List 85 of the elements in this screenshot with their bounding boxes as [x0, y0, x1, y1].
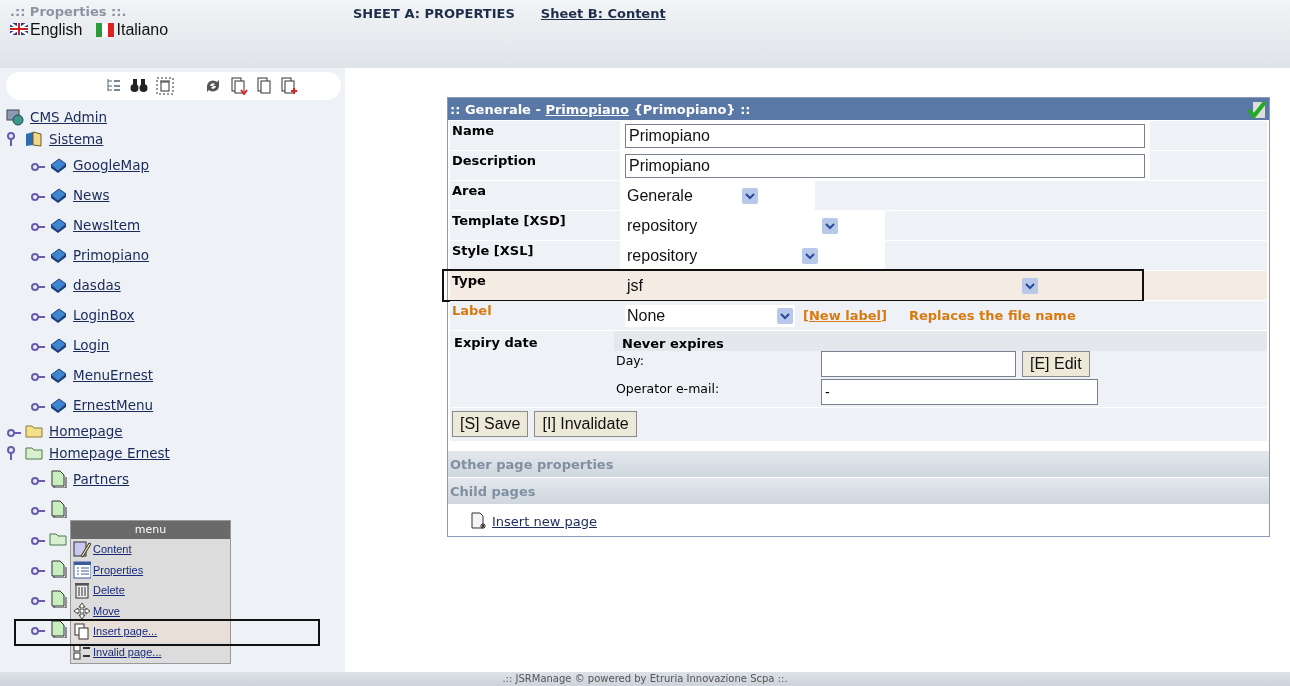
field-label: Day: [616, 352, 645, 368]
book-icon [49, 336, 67, 354]
expiry-status: Never expires [614, 331, 1267, 351]
tree-item[interactable]: CMS Admin [30, 109, 107, 125]
book-folder-icon [25, 130, 43, 148]
page-icon [49, 560, 67, 578]
tree-item[interactable]: Primopiano [73, 247, 150, 263]
book-icon [49, 186, 67, 204]
folder-icon [25, 444, 43, 462]
page-icon [49, 620, 67, 638]
text-field[interactable]: Primopiano [625, 123, 1145, 148]
menu-title: menu [71, 521, 230, 539]
refresh-icon[interactable] [204, 77, 222, 95]
form-button[interactable]: [I] Invalidate [534, 411, 637, 437]
book-icon [49, 156, 67, 174]
footer-text: .:: JSRManage © powered by Etruria Innovazione Scpa ::. [502, 673, 788, 684]
tree-item[interactable]: Homepage Ernest [49, 445, 170, 461]
field-label: Area [451, 182, 488, 198]
menu-item[interactable]: Content [71, 539, 230, 560]
page-arrow-icon[interactable] [230, 77, 248, 95]
tree-item[interactable]: MenuErnest [73, 367, 154, 383]
sheet-tab[interactable]: SHEET A: PROPERTIES [353, 6, 515, 68]
hint-text: Replaces the file name [908, 308, 1076, 323]
field-label: Description [451, 152, 538, 168]
tree-item[interactable]: Homepage [49, 423, 123, 439]
copy-icon [73, 622, 91, 641]
trash-icon [73, 581, 91, 600]
menu-item[interactable]: Invalid page... [71, 641, 230, 662]
field-label: Operator e-mail: [616, 380, 721, 396]
pencil-icon [73, 540, 91, 559]
panel-title: :: Generale - Primopiano {Primopiano} :: [450, 101, 751, 117]
page-title: .:: Properties ::. [10, 4, 128, 19]
book-icon [49, 276, 67, 294]
menu-item[interactable]: Insert page... [71, 621, 230, 642]
page-plus-icon[interactable] [280, 77, 298, 95]
tree-item[interactable]: Partners [73, 471, 130, 487]
insert-page-link[interactable]: Insert new page [448, 504, 1269, 536]
tree-item[interactable]: Login [73, 337, 110, 353]
site-icon [6, 108, 24, 126]
page-link[interactable]: Primopiano [545, 101, 629, 117]
trash-icon[interactable] [156, 77, 174, 95]
tree-item[interactable]: ErnestMenu [73, 397, 154, 413]
book-icon [49, 396, 67, 414]
folder-icon [25, 422, 43, 440]
form-button[interactable]: [S] Save [452, 411, 529, 437]
dropdown[interactable]: jsf [625, 274, 1040, 297]
uk-flag-icon [10, 23, 28, 37]
tree-item[interactable]: dasdas [73, 277, 121, 293]
tree-item[interactable]: GoogleMap [73, 157, 150, 173]
book-icon [49, 366, 67, 384]
move-icon [73, 601, 91, 620]
language-link[interactable]: English [10, 21, 83, 39]
dropdown[interactable]: None [625, 304, 795, 327]
book-icon [49, 246, 67, 264]
page-icon [49, 590, 67, 608]
menu-item[interactable]: Properties [71, 559, 230, 580]
binoculars-icon[interactable] [130, 77, 148, 95]
field-label: Style [XSL] [451, 242, 535, 258]
menu-item[interactable]: Move [71, 600, 230, 621]
edit-button[interactable]: [E] Edit [1022, 351, 1090, 377]
book-icon [49, 306, 67, 324]
copy-icon[interactable] [256, 77, 272, 95]
list-icon [73, 560, 91, 579]
language-link[interactable]: Italiano [96, 21, 169, 39]
tree-item[interactable]: NewsItem [73, 217, 141, 233]
field-label: Name [451, 122, 495, 138]
book-icon [49, 216, 67, 234]
menu-item[interactable]: Delete [71, 580, 230, 601]
email-field[interactable]: - [821, 379, 1098, 405]
page-icon [49, 500, 67, 518]
new-page-icon [470, 512, 488, 530]
text-field[interactable]: Primopiano [625, 153, 1145, 178]
field-label: Type [451, 272, 487, 288]
field-label: Expiry date [453, 334, 539, 350]
tree-item[interactable]: LoginBox [73, 307, 135, 323]
sheet-tab[interactable]: Sheet B: Content [540, 6, 666, 68]
page-icon [49, 470, 67, 488]
tree-item[interactable]: News [73, 187, 110, 203]
tree-item[interactable]: Sistema [49, 131, 104, 147]
field-label: Label [451, 302, 493, 318]
day-field[interactable] [821, 351, 1016, 377]
field-label: Template [XSD] [451, 212, 567, 228]
folder-icon [49, 530, 67, 548]
checkmark-icon[interactable] [1247, 100, 1267, 120]
italy-flag-icon [96, 23, 115, 37]
